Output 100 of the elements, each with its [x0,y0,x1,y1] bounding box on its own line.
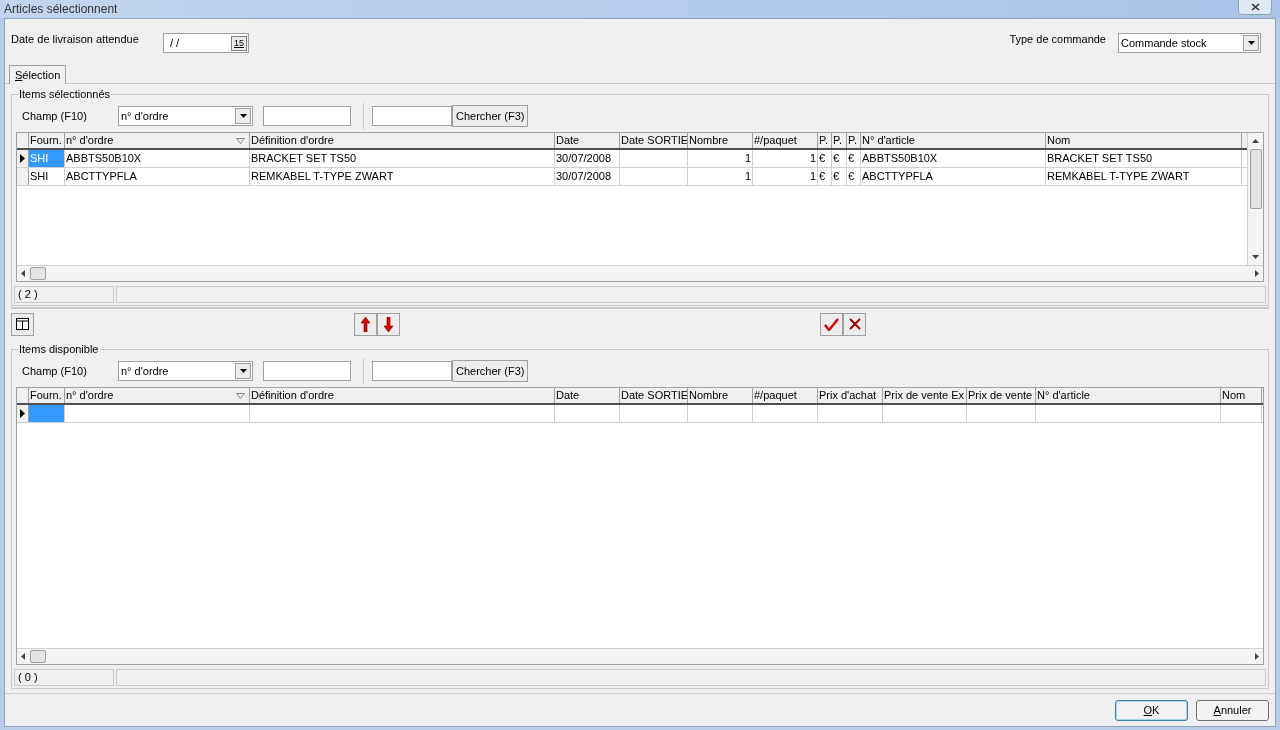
field-label: Champ (F10) [22,363,88,379]
columns-icon [16,318,29,330]
search-input[interactable] [372,106,452,126]
table-cell: € [832,168,847,185]
column-header[interactable]: Nombre [688,133,753,148]
scroll-up-icon [1252,139,1259,143]
table-cell: € [818,150,832,167]
columns-button[interactable] [11,312,34,336]
filter-input[interactable] [263,361,351,381]
table-cell: € [832,150,847,167]
scroll-right-icon [1255,653,1259,660]
vertical-scrollbar[interactable] [1247,133,1263,265]
column-header[interactable]: P. [818,133,832,148]
confirm-button[interactable] [820,312,843,336]
move-up-button[interactable] [354,312,377,336]
search-input[interactable] [372,361,452,381]
cancel-button[interactable] [843,312,866,336]
scroll-right-icon [1255,270,1259,277]
dropdown-button[interactable] [1243,35,1259,51]
close-button[interactable] [1238,0,1272,15]
current-row-icon [20,154,25,163]
delivery-date-label: Date de livraison attendue [11,32,140,47]
arrow-up-icon [361,316,370,332]
sort-icon [236,392,245,399]
cross-icon [848,318,861,330]
column-header[interactable]: N° d'article [861,133,1046,148]
column-header[interactable]: Date SORTIE [620,388,688,403]
scroll-down-icon [1252,255,1259,259]
column-header[interactable]: #/paquet [753,133,818,148]
column-header[interactable]: Prix d'achat [818,388,883,403]
table-cell: SHI [29,150,65,167]
dialog-button[interactable]: OK [1115,699,1188,721]
order-type-label: Type de commande [1009,32,1106,47]
column-header[interactable]: Fourn. [29,388,65,403]
record-count: ( 0 ) [14,669,114,686]
field-label: Champ (F10) [22,108,88,124]
dropdown-button[interactable] [235,108,251,124]
table-cell: 1 [688,150,753,167]
calendar-button[interactable]: 15 [231,35,247,51]
table-cell: BRACKET SET TS50 [250,150,555,167]
table-cell: ABCTTYPFLA [861,168,1046,185]
column-header[interactable]: Définition d'ordre [250,133,555,148]
scroll-left-icon [21,270,25,277]
scroll-thumb[interactable] [30,267,46,280]
column-header[interactable]: Date [555,133,620,148]
column-header[interactable]: P. [847,133,861,148]
order-type-select[interactable]: Commande stock [1118,33,1261,53]
group-title: Items sélectionnés [18,87,112,101]
dropdown-button[interactable] [235,363,251,379]
column-header[interactable]: P. [832,133,847,148]
row-header[interactable] [17,405,29,422]
table-cell: ABCTTYPFLA [65,168,250,185]
table-cell: € [847,168,861,185]
tab[interactable]: Sélection [9,65,67,84]
search-button[interactable]: Chercher (F3) [452,360,529,382]
current-row-icon [20,409,25,418]
field-select[interactable]: n° d'ordre [118,361,253,381]
search-button[interactable]: Chercher (F3) [452,105,529,127]
scroll-left-icon [21,653,25,660]
checkmark-icon [824,317,839,331]
table-cell: 1 [753,168,818,185]
table-cell: 30/07/2008 [555,168,620,185]
caret-down-icon [239,369,247,373]
field-select[interactable]: n° d'ordre [118,106,253,126]
table-cell: 30/07/2008 [555,150,620,167]
column-header[interactable]: Date SORTIE [620,133,688,148]
column-header[interactable]: n° d'ordre [65,133,250,148]
caret-down-icon [1247,41,1255,45]
filter-input[interactable] [263,106,351,126]
table-cell: € [818,168,832,185]
record-count: ( 2 ) [14,286,114,303]
caret-down-icon [239,114,247,118]
table-cell: REMKABEL T-TYPE ZWART [250,168,555,185]
table-cell: 1 [753,150,818,167]
column-header[interactable]: #/paquet [753,388,818,403]
scroll-thumb[interactable] [30,650,46,663]
row-header[interactable] [17,150,29,167]
column-header[interactable]: Définition d'ordre [250,388,555,403]
table-cell: REMKABEL T-TYPE ZWART [1046,168,1242,185]
group-title: Items disponible [18,342,100,356]
dialog-button[interactable]: Annuler [1196,699,1269,721]
column-header[interactable]: Fourn. [29,133,65,148]
column-header[interactable]: N° d'article [1036,388,1221,403]
table-cell: SHI [29,168,65,185]
move-down-button[interactable] [377,312,400,336]
table-cell: ABBTS50B10X [861,150,1046,167]
arrow-down-icon [384,316,393,332]
scroll-thumb[interactable] [1249,149,1262,209]
table-cell: € [847,150,861,167]
column-header[interactable]: Nom [1046,133,1242,148]
table-cell: BRACKET SET TS50 [1046,150,1242,167]
date-field[interactable]: / / 15 [163,33,249,53]
table-cell: 1 [688,168,753,185]
column-header[interactable]: Nom [1221,388,1262,403]
column-header[interactable]: Nombre [688,388,753,403]
column-header[interactable]: Date [555,388,620,403]
table-cell: ABBTS50B10X [65,150,250,167]
column-header[interactable]: Prix de vente [967,388,1036,403]
column-header[interactable]: Prix de vente Ex [883,388,967,403]
column-header[interactable]: n° d'ordre [65,388,250,403]
